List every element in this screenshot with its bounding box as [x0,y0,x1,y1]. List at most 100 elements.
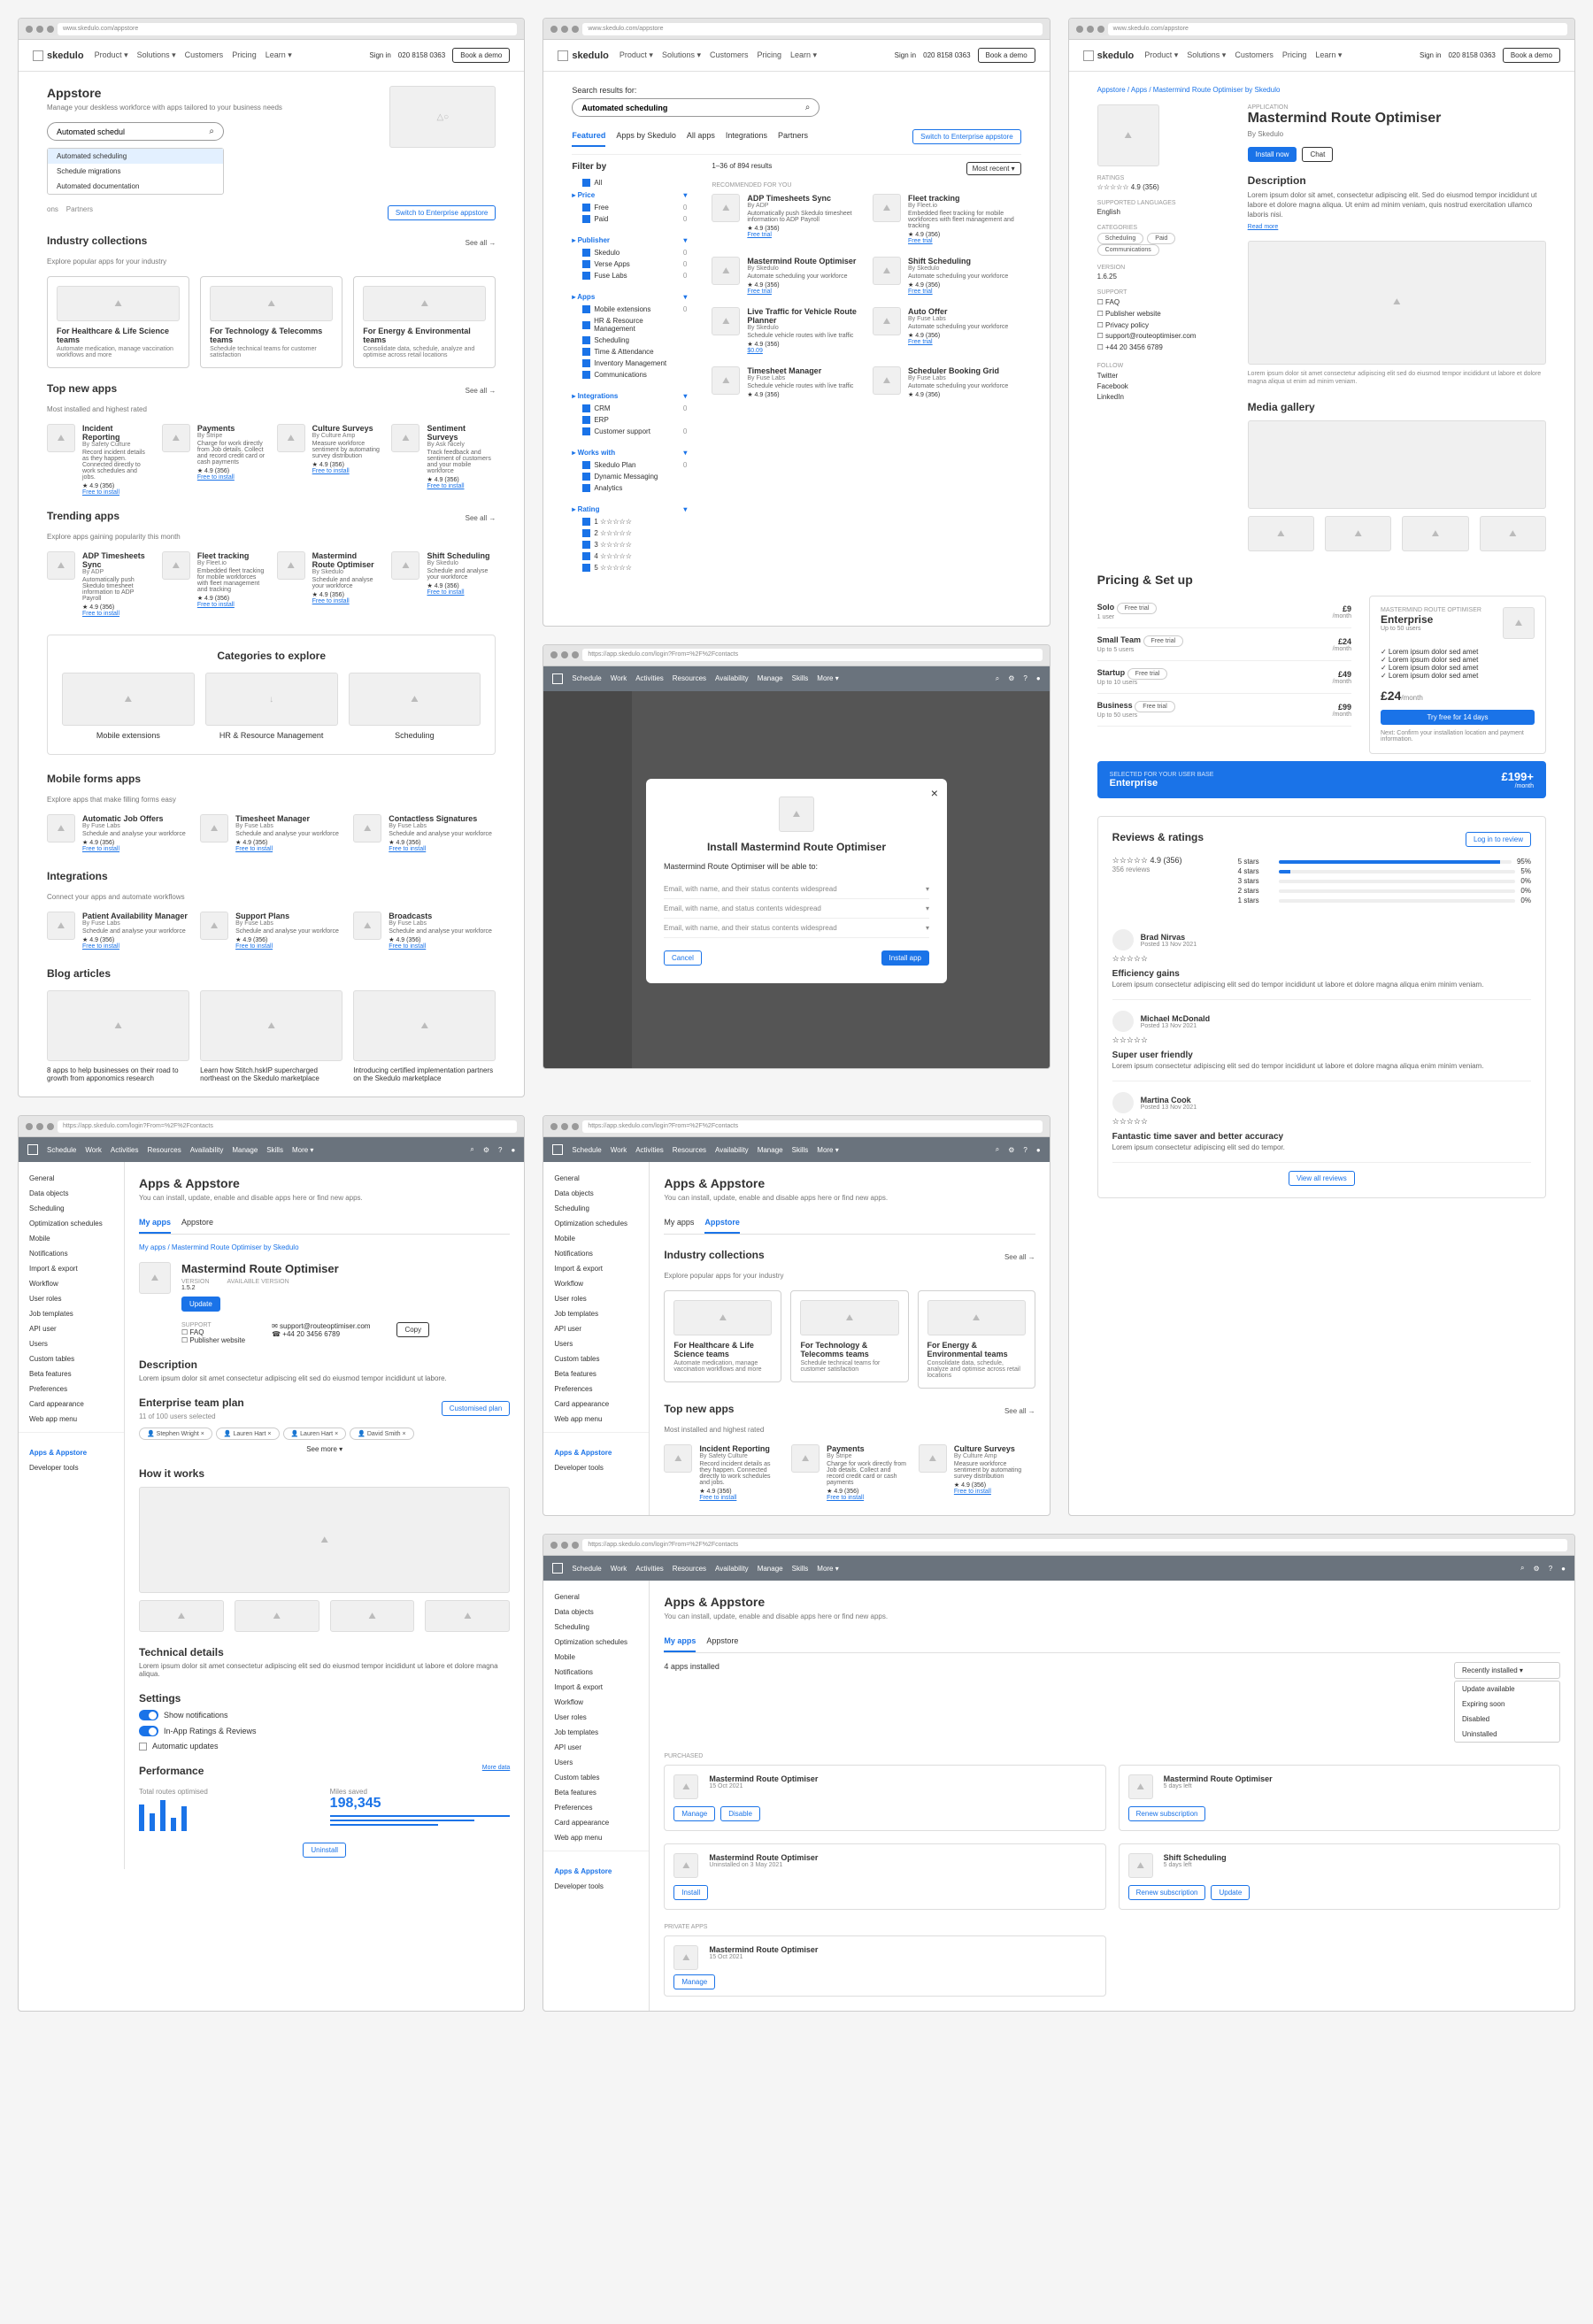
app-card[interactable]: ⛰Patient Availability ManagerBy Fuse Lab… [47,912,189,950]
search-input[interactable]: ⌕ [572,98,820,117]
sidebar-item[interactable]: General [543,1589,649,1604]
sidebar-item[interactable]: Data objects [543,1186,649,1201]
nav-link[interactable]: Pricing [232,50,257,60]
sidebar-item[interactable]: Mobile [19,1231,124,1246]
industry-card[interactable]: ⛰For Technology & Telecomms teamsSchedul… [200,276,342,368]
sidebar-item[interactable]: Users [543,1755,649,1770]
sidebar-item[interactable]: Preferences [19,1381,124,1397]
manage-button[interactable]: Manage [673,1974,715,1989]
sidebar-item[interactable]: Data objects [543,1604,649,1620]
sidebar-item-apps[interactable]: Apps & Appstore [19,1445,124,1460]
nav-link[interactable]: Pricing [1282,50,1307,60]
sidebar-item[interactable]: Notifications [543,1665,649,1680]
app-card[interactable]: ⛰Shift SchedulingBy SkeduloAutomate sche… [873,257,1021,295]
app-card[interactable]: ⛰Live Traffic for Vehicle Route PlannerB… [712,307,860,354]
sidebar-item[interactable]: Mobile [543,1231,649,1246]
industry-card[interactable]: ⛰For Energy & Environmental teamsConsoli… [353,276,496,368]
install-app-button[interactable]: Install app [881,950,929,966]
sidebar-item[interactable]: Optimization schedules [19,1216,124,1231]
pricing-plan[interactable]: Startup Free trialUp to 10 users£49/mont… [1097,661,1351,694]
app-card[interactable]: ⛰Automatic Job OffersBy Fuse LabsSchedul… [47,814,189,852]
sidebar-item[interactable]: Preferences [543,1381,649,1397]
nav-link[interactable]: Solutions ▾ [1187,50,1226,60]
industry-card[interactable]: ⛰For Technology & Telecomms teamsSchedul… [790,1290,908,1382]
app-card[interactable]: ⛰ADP Timesheets SyncBy ADPAutomatically … [712,194,860,244]
sidebar-item[interactable]: Beta features [19,1366,124,1381]
cancel-button[interactable]: Cancel [664,950,702,966]
industry-card[interactable]: ⛰For Healthcare & Life Science teamsAuto… [47,276,189,368]
app-card[interactable]: ⛰Contactless SignaturesBy Fuse LabsSched… [353,814,496,852]
close-icon[interactable]: × [931,786,938,800]
app-card[interactable]: ⛰ADP Timesheets SyncBy ADPAutomatically … [47,551,151,617]
sort-dropdown-menu[interactable]: Update availableExpiring soonDisabledUni… [1454,1681,1560,1743]
sidebar-item[interactable]: API user [543,1740,649,1755]
sidebar-item[interactable]: Workflow [19,1276,124,1291]
sidebar-item[interactable]: Web app menu [543,1830,649,1845]
sidebar-item[interactable]: Job templates [543,1306,649,1321]
login-review-button[interactable]: Log in to review [1466,832,1531,847]
sidebar-item[interactable]: General [543,1171,649,1186]
see-more-link[interactable]: See more ▾ [139,1445,510,1453]
sidebar-item[interactable]: Custom tables [543,1770,649,1785]
nav-link[interactable]: Learn ▾ [266,50,292,60]
nav-link[interactable]: Pricing [758,50,782,60]
app-card[interactable]: ⛰Culture SurveysBy Culture AmpMeasure wo… [919,1444,1035,1501]
checkbox-auto-update[interactable] [139,1743,147,1751]
sidebar-item[interactable]: Mobile [543,1650,649,1665]
search-suggestions[interactable]: Automated schedulingSchedule migrationsA… [47,148,224,195]
sidebar-item[interactable]: Card appearance [19,1397,124,1412]
sidebar-item[interactable]: Scheduling [543,1201,649,1216]
app-card[interactable]: ⛰Auto OfferBy Fuse LabsAutomate scheduli… [873,307,1021,354]
sidebar-item-apps[interactable]: Apps & Appstore [543,1445,649,1460]
category-card[interactable]: ⛰Scheduling [349,673,481,740]
tab[interactable]: Integrations [726,126,767,147]
app-card[interactable]: ⛰Support PlansBy Fuse LabsSchedule and a… [200,912,342,950]
sidebar-item[interactable]: Web app menu [19,1412,124,1427]
sidebar-item[interactable]: Optimization schedules [543,1216,649,1231]
sidebar-item[interactable]: Custom tables [543,1351,649,1366]
sidebar-item[interactable]: User roles [19,1291,124,1306]
sidebar-item[interactable]: Import & export [543,1261,649,1276]
tab[interactable]: All apps [687,126,715,147]
signin-link[interactable]: Sign in [369,51,390,59]
update-button[interactable]: Update [181,1297,220,1312]
nav-link[interactable]: Learn ▾ [1315,50,1342,60]
sidebar-item[interactable]: Optimization schedules [543,1635,649,1650]
app-card[interactable]: ⛰Timesheet ManagerBy Fuse LabsSchedule a… [200,814,342,852]
app-card[interactable]: ⛰Fleet trackingBy Fleet.ioEmbedded fleet… [873,194,1021,244]
app-card[interactable]: ⛰Mastermind Route OptimiserBy SkeduloSch… [277,551,381,617]
sidebar-item[interactable]: API user [19,1321,124,1336]
nav-link[interactable]: Product ▾ [1144,50,1178,60]
nav-link[interactable]: Solutions ▾ [137,50,176,60]
sidebar-item[interactable]: User roles [543,1710,649,1725]
app-card[interactable]: ⛰Shift SchedulingBy SkeduloSchedule and … [391,551,496,617]
customise-plan-button[interactable]: Customised plan [442,1401,511,1416]
nav-link[interactable]: Product ▾ [95,50,128,60]
sidebar-item[interactable]: Beta features [543,1785,649,1800]
sidebar-item[interactable]: Scheduling [543,1620,649,1635]
industry-card[interactable]: ⛰For Energy & Environmental teamsConsoli… [918,1290,1035,1389]
pricing-plan[interactable]: Small Team Free trialUp to 5 users£24/mo… [1097,628,1351,661]
sidebar-item[interactable]: Card appearance [543,1397,649,1412]
category-card[interactable]: ↓HR & Resource Management [205,673,338,740]
toggle-ratings[interactable] [139,1726,158,1736]
user-chip[interactable]: 👤 Lauren Hart × [216,1427,280,1440]
app-card[interactable]: ⛰Incident ReportingBy Safety CultureReco… [47,424,151,496]
app-card[interactable]: ⛰BroadcastsBy Fuse LabsSchedule and anal… [353,912,496,950]
user-chip[interactable]: 👤 David Smith × [350,1427,413,1440]
uninstall-button[interactable]: Uninstall [303,1843,346,1858]
nav-link[interactable]: Customers [185,50,224,60]
pricing-plan[interactable]: Solo Free trial1 user£9/month [1097,596,1351,628]
sidebar-item[interactable]: Import & export [19,1261,124,1276]
app-card[interactable]: ⛰PaymentsBy StripeCharge for work direct… [162,424,266,496]
tab[interactable]: Partners [778,126,808,147]
nav-link[interactable]: Customers [1235,50,1274,60]
user-chip[interactable]: 👤 Stephen Wright × [139,1427,212,1440]
chat-button[interactable]: Chat [1302,147,1333,162]
read-more-link[interactable]: Read more [1248,224,1546,230]
gallery-thumb[interactable]: ⛰ [1248,516,1314,551]
install-button[interactable]: Install now [1248,147,1297,162]
search-input[interactable]: ⌕ [47,122,224,141]
sidebar-item[interactable]: User roles [543,1291,649,1306]
sidebar-item[interactable]: Workflow [543,1276,649,1291]
